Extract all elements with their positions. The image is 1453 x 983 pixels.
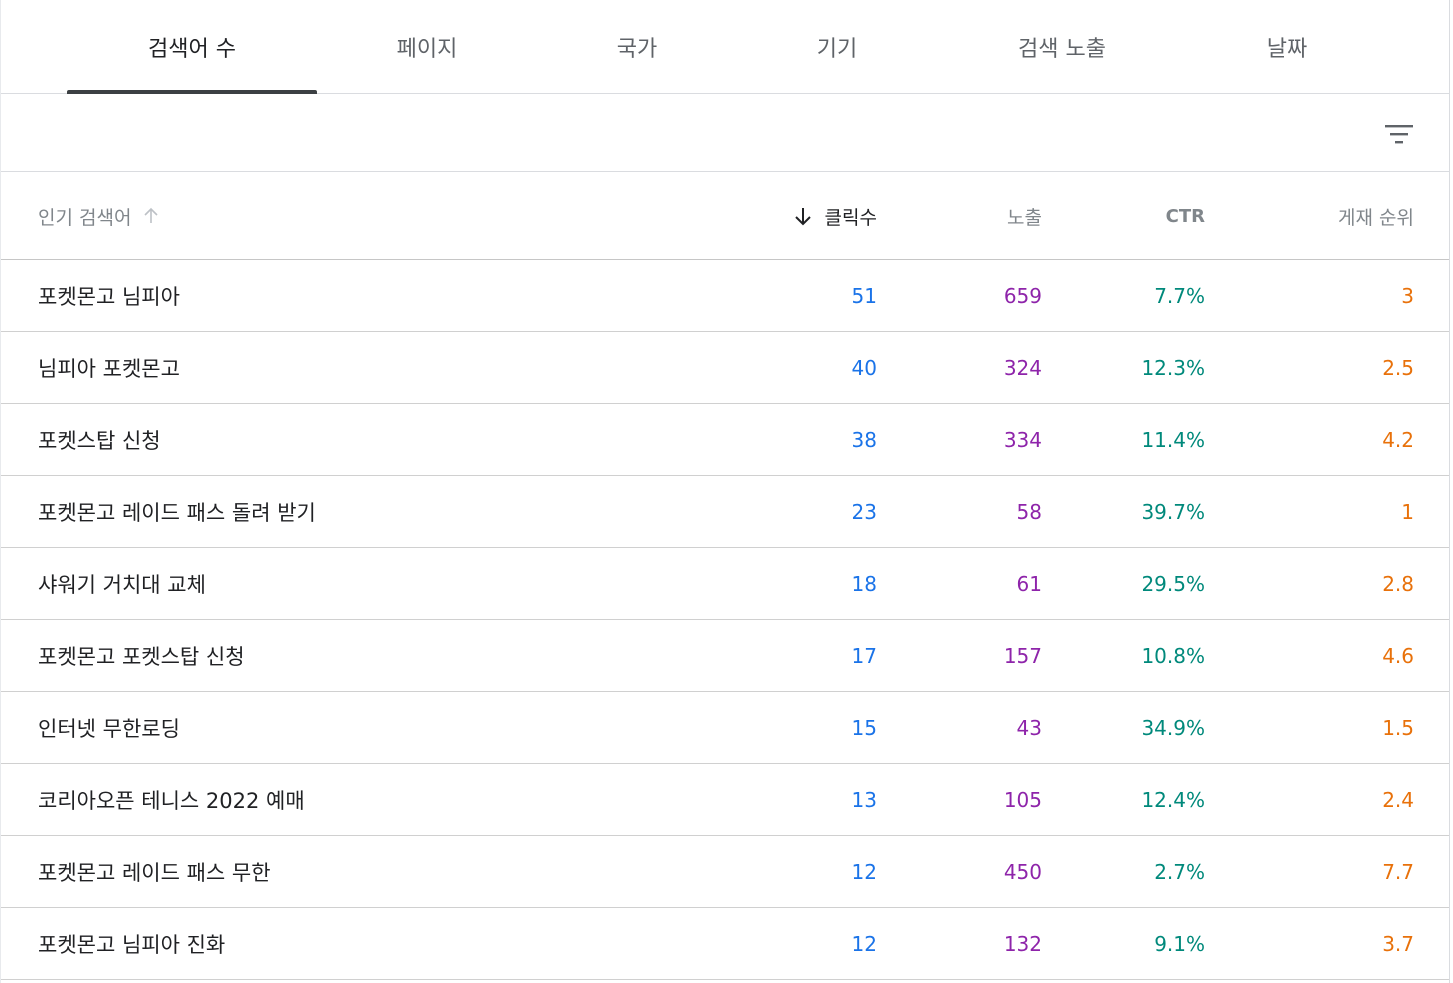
column-label-ctr: CTR (1165, 205, 1205, 227)
table-row[interactable]: 님피아 포켓몬고 40 324 12.3% 2.5 (1, 332, 1449, 404)
impressions-cell: 334 (1003, 427, 1042, 452)
table-row[interactable]: 코리아오픈 테니스 2022 예매 13 105 12.4% 2.4 (1, 764, 1449, 836)
query-cell: 포켓스탑 신청 (38, 428, 161, 453)
clicks-cell: 40 (851, 355, 877, 380)
position-cell: 2.4 (1382, 787, 1414, 812)
position-cell: 1.5 (1382, 715, 1414, 740)
position-cell: 2.8 (1382, 571, 1414, 596)
tab-queries[interactable]: 검색어 수 (67, 0, 317, 94)
position-cell: 4.2 (1382, 427, 1414, 452)
table-row[interactable]: 포켓몬고 님피아 51 659 7.7% 3 (1, 260, 1449, 332)
tab-pages[interactable]: 페이지 (317, 0, 537, 94)
column-label-clicks: 클릭수 (824, 206, 877, 229)
ctr-cell: 9.1% (1154, 931, 1205, 956)
impressions-cell: 43 (1016, 715, 1042, 740)
clicks-cell: 23 (851, 499, 877, 524)
position-cell: 4.6 (1382, 643, 1414, 668)
arrow-up-icon (144, 207, 159, 223)
impressions-cell: 132 (1003, 931, 1042, 956)
query-cell: 포켓몬고 레이드 패스 돌려 받기 (38, 500, 316, 525)
ctr-cell: 12.3% (1141, 355, 1205, 380)
ctr-cell: 12.4% (1141, 787, 1205, 812)
impressions-cell: 659 (1003, 283, 1042, 308)
position-cell: 3.7 (1382, 931, 1414, 956)
tab-dates[interactable]: 날짜 (1187, 0, 1387, 94)
clicks-cell: 15 (851, 715, 877, 740)
table-row[interactable]: 포켓몬고 레이드 패스 돌려 받기 23 58 39.7% 1 (1, 476, 1449, 548)
table-row[interactable]: 포켓스탑 신청 38 334 11.4% 4.2 (1, 404, 1449, 476)
tab-devices[interactable]: 기기 (737, 0, 937, 94)
clicks-cell: 38 (851, 427, 877, 452)
query-cell: 코리아오픈 테니스 2022 예매 (38, 788, 305, 813)
table-header: 인기 검색어 클릭수 노출 CTR 게재 순위 (1, 172, 1449, 260)
column-header-query[interactable]: 인기 검색어 (38, 172, 161, 260)
impressions-cell: 450 (1003, 859, 1042, 884)
impressions-cell: 157 (1003, 643, 1042, 668)
impressions-cell: 105 (1003, 787, 1042, 812)
table-row[interactable]: 포켓몬고 포켓스탑 신청 17 157 10.8% 4.6 (1, 620, 1449, 692)
position-cell: 3 (1401, 283, 1414, 308)
column-header-position[interactable]: 게재 순위 (1338, 172, 1414, 260)
ctr-cell: 2.7% (1154, 859, 1205, 884)
clicks-cell: 12 (851, 859, 877, 884)
clicks-cell: 17 (851, 643, 877, 668)
ctr-cell: 11.4% (1141, 427, 1205, 452)
table-row[interactable]: 샤워기 거치대 교체 18 61 29.5% 2.8 (1, 548, 1449, 620)
query-cell: 포켓몬고 님피아 (38, 284, 180, 309)
position-cell: 1 (1401, 499, 1414, 524)
column-label-query: 인기 검색어 (38, 206, 132, 229)
column-header-impressions[interactable]: 노출 (1007, 172, 1042, 260)
query-cell: 샤워기 거치대 교체 (38, 572, 206, 597)
filter-list-icon (1385, 125, 1413, 144)
position-cell: 2.5 (1382, 355, 1414, 380)
table-row[interactable]: 인터넷 무한로딩 15 43 34.9% 1.5 (1, 692, 1449, 764)
query-cell: 님피아 포켓몬고 (38, 356, 180, 381)
impressions-cell: 61 (1016, 571, 1042, 596)
table-toolbar (1, 94, 1449, 172)
dimension-tabs: 검색어 수 페이지 국가 기기 검색 노출 날짜 (1, 0, 1449, 94)
column-label-impressions: 노출 (1007, 206, 1042, 229)
tab-countries[interactable]: 국가 (537, 0, 737, 94)
impressions-cell: 58 (1016, 499, 1042, 524)
ctr-cell: 29.5% (1141, 571, 1205, 596)
column-header-ctr[interactable]: CTR (1166, 172, 1205, 260)
position-cell: 7.7 (1382, 859, 1414, 884)
table-row[interactable]: 포켓몬고 님피아 진화 12 132 9.1% 3.7 (1, 908, 1449, 980)
tab-search-appearance[interactable]: 검색 노출 (937, 0, 1187, 94)
ctr-cell: 39.7% (1141, 499, 1205, 524)
query-cell: 포켓몬고 님피아 진화 (38, 932, 226, 957)
clicks-cell: 12 (851, 931, 877, 956)
performance-card: 검색어 수 페이지 국가 기기 검색 노출 날짜 인기 검색어 클릭수 노출 C… (0, 0, 1450, 983)
query-cell: 포켓몬고 레이드 패스 무한 (38, 860, 271, 885)
clicks-cell: 18 (851, 571, 877, 596)
filter-button[interactable] (1379, 114, 1419, 154)
clicks-cell: 13 (851, 787, 877, 812)
arrow-down-icon (794, 208, 811, 226)
ctr-cell: 7.7% (1154, 283, 1205, 308)
query-cell: 인터넷 무한로딩 (38, 716, 180, 741)
clicks-cell: 51 (851, 283, 877, 308)
column-label-position: 게재 순위 (1338, 206, 1414, 229)
ctr-cell: 10.8% (1141, 643, 1205, 668)
column-header-clicks[interactable]: 클릭수 (793, 172, 877, 260)
table-row[interactable]: 포켓몬고 레이드 패스 무한 12 450 2.7% 7.7 (1, 836, 1449, 908)
impressions-cell: 324 (1003, 355, 1042, 380)
query-cell: 포켓몬고 포켓스탑 신청 (38, 644, 245, 669)
ctr-cell: 34.9% (1141, 715, 1205, 740)
